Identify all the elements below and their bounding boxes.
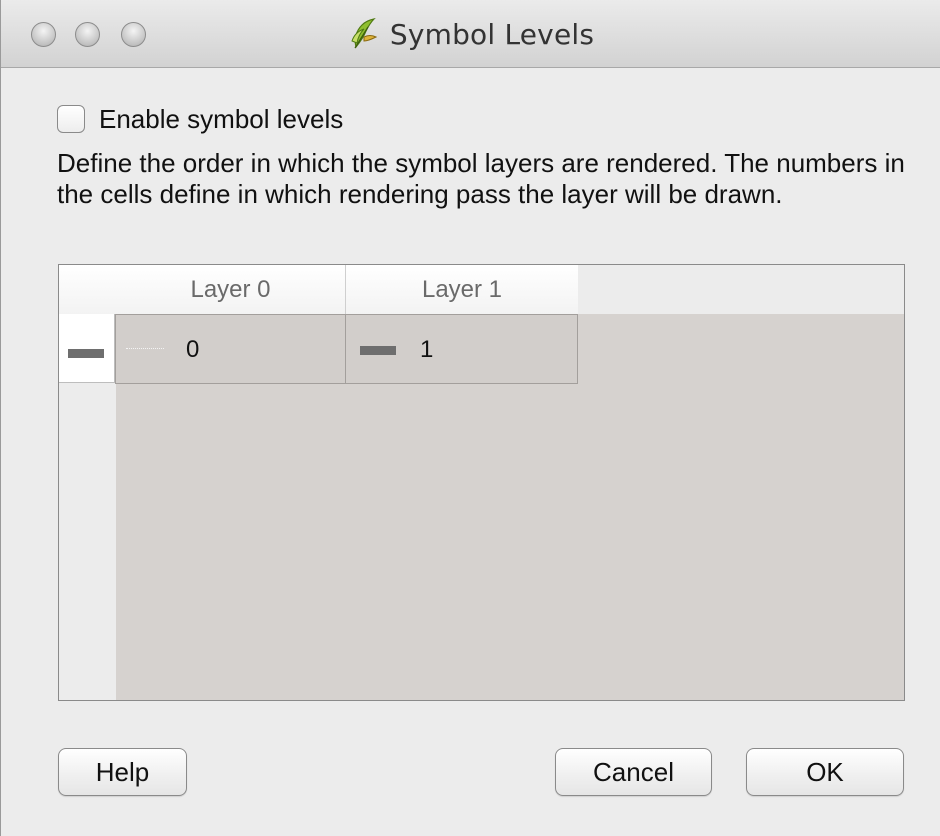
enable-symbol-levels-checkbox[interactable] [57, 105, 85, 133]
cell-value: 1 [420, 336, 434, 363]
symbol-levels-dialog: Symbol Levels Enable symbol levels Defin… [0, 0, 940, 836]
row-header[interactable] [59, 314, 115, 383]
cell-value: 0 [186, 336, 200, 363]
line-symbol-icon [360, 346, 396, 355]
table-cell-layer-1[interactable]: 1 [345, 314, 578, 384]
dotted-line-symbol [126, 348, 164, 349]
ok-button[interactable]: OK [746, 748, 904, 796]
enable-symbol-levels-label[interactable]: Enable symbol levels [99, 104, 343, 135]
window-title: Symbol Levels [389, 17, 595, 51]
line-symbol-icon [68, 349, 104, 358]
help-button[interactable]: Help [58, 748, 187, 796]
symbol-levels-table: Layer 0 Layer 1 0 1 [58, 264, 905, 701]
title-bar[interactable]: Symbol Levels [1, 0, 940, 68]
table-cell-layer-0[interactable]: 0 [115, 314, 346, 384]
description-text: Define the order in which the symbol lay… [57, 148, 905, 209]
window-title-wrap: Symbol Levels [1, 14, 940, 54]
column-header-layer-1[interactable]: Layer 1 [346, 265, 578, 314]
qgis-icon [351, 18, 377, 49]
row-header-column [59, 314, 116, 700]
cancel-button[interactable]: Cancel [555, 748, 712, 796]
column-header-layer-0[interactable]: Layer 0 [116, 265, 346, 314]
enable-symbol-levels-row[interactable]: Enable symbol levels [57, 101, 343, 137]
table-header: Layer 0 Layer 1 [59, 265, 578, 314]
